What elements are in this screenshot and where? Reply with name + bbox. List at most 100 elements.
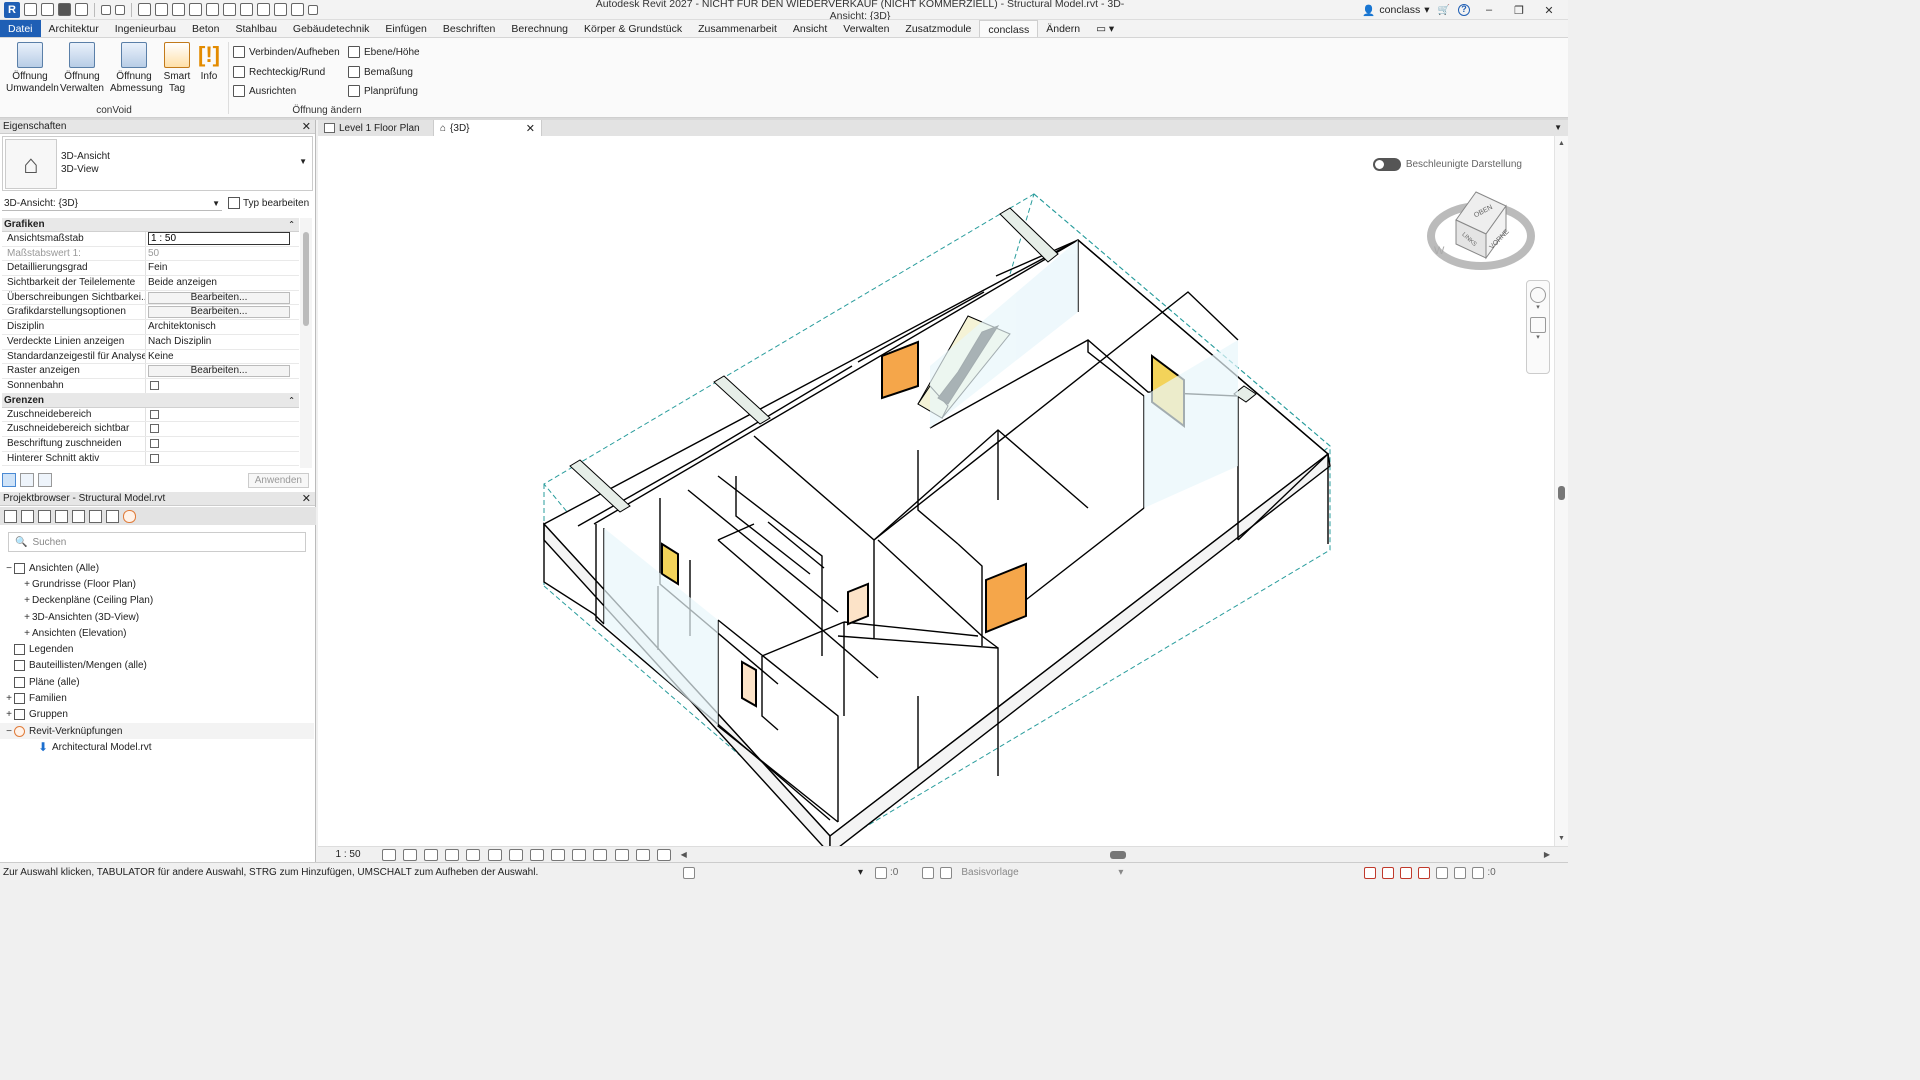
- tab-architektur[interactable]: Architektur: [41, 20, 107, 37]
- property-checkbox[interactable]: [150, 438, 159, 448]
- cloud-icon[interactable]: [683, 866, 695, 879]
- user-account[interactable]: 👤 conclass ▾: [1362, 4, 1429, 17]
- tab-ansicht[interactable]: Ansicht: [785, 20, 835, 37]
- browser-search[interactable]: 🔍 Suchen: [8, 532, 306, 552]
- property-group-header[interactable]: Grenzen ⌃: [2, 393, 299, 408]
- tree-item[interactable]: Pläne (alle): [0, 674, 314, 690]
- temp-hide-icon[interactable]: [551, 848, 566, 861]
- ausrichten-button[interactable]: Ausrichten: [233, 83, 296, 99]
- open-icon[interactable]: [24, 3, 37, 16]
- tree-item[interactable]: +3D-Ansichten (3D-View): [0, 609, 314, 625]
- family-icon[interactable]: [89, 509, 102, 523]
- save-icon[interactable]: [58, 3, 71, 16]
- tree-item[interactable]: Bauteillisten/Mengen (alle): [0, 658, 314, 674]
- property-value-text[interactable]: Nach Disziplin: [148, 336, 211, 347]
- edit-property-button[interactable]: Bearbeiten...: [148, 291, 290, 304]
- tab-zusammenarbeit[interactable]: Zusammenarbeit: [690, 20, 785, 37]
- section-icon[interactable]: [240, 3, 253, 16]
- customize-qat-icon[interactable]: [308, 4, 318, 15]
- chevron-down-icon[interactable]: ▾: [1527, 303, 1549, 311]
- tag-icon[interactable]: [189, 3, 202, 16]
- tree-item[interactable]: ⬇ Architectural Model.rvt: [0, 739, 314, 755]
- filter-icon[interactable]: [1472, 866, 1485, 879]
- tree-item[interactable]: + Ansichten (Elevation): [0, 625, 314, 641]
- tab-conclass[interactable]: conclass: [979, 20, 1039, 37]
- tab-datei[interactable]: Datei: [0, 20, 41, 37]
- maximize-button[interactable]: ❐: [1508, 4, 1530, 17]
- expand-icon[interactable]: +: [22, 595, 32, 606]
- select-links-icon[interactable]: [1364, 866, 1377, 879]
- planpruefung-button[interactable]: Planprüfung: [348, 83, 418, 99]
- properties-scrollbar[interactable]: [300, 218, 312, 468]
- steering-wheel-icon[interactable]: [1530, 287, 1546, 303]
- sort-ascending-icon[interactable]: [20, 473, 34, 487]
- collapse-icon[interactable]: ⌃: [288, 394, 295, 408]
- text-icon[interactable]: [206, 3, 219, 16]
- cart-icon[interactable]: 🛒: [1438, 5, 1450, 16]
- property-checkbox[interactable]: [150, 409, 159, 419]
- scroll-thumb[interactable]: [1558, 486, 1565, 500]
- instance-filter-dropdown[interactable]: 3D-Ansicht: {3D} ▼: [2, 196, 222, 211]
- oeffnung-abmessung-button[interactable]: Öffnung Abmessung: [110, 42, 163, 95]
- close-hidden-icon[interactable]: [274, 3, 287, 16]
- tree-item[interactable]: + Grundrisse (Floor Plan): [0, 576, 314, 592]
- view-scale[interactable]: 1 : 50: [318, 849, 378, 860]
- highlight-displacement-icon[interactable]: [657, 848, 672, 861]
- type-selector[interactable]: ⌂ 3D-Ansicht 3D-View ▼: [2, 136, 313, 191]
- select-underlay-icon[interactable]: [1382, 866, 1395, 879]
- property-group-header[interactable]: Grafiken ⌃: [2, 218, 299, 232]
- tree-item[interactable]: − Ansichten (Alle): [0, 560, 314, 576]
- scroll-thumb[interactable]: [303, 232, 309, 326]
- schedule-icon[interactable]: [55, 509, 68, 523]
- detail-level-icon[interactable]: [381, 848, 396, 861]
- collapse-icon[interactable]: −: [4, 563, 14, 574]
- tab-beschriften[interactable]: Beschriften: [435, 20, 504, 37]
- property-checkbox[interactable]: [150, 424, 159, 434]
- sort-descending-icon[interactable]: [38, 473, 52, 487]
- property-value-text[interactable]: Architektonisch: [148, 321, 216, 332]
- edit-property-button[interactable]: Bearbeiten...: [148, 365, 290, 378]
- expand-icon[interactable]: +: [22, 579, 32, 590]
- tab-ingenieurbau[interactable]: Ingenieurbau: [107, 20, 184, 37]
- link-icon[interactable]: [123, 509, 136, 523]
- tab-aendern[interactable]: Ändern: [1038, 20, 1088, 37]
- bemassung-button[interactable]: Bemaßung: [348, 64, 413, 80]
- minimize-button[interactable]: –: [1478, 4, 1500, 16]
- scroll-left-icon[interactable]: ◀: [681, 850, 687, 859]
- 3d-view-canvas[interactable]: Beschleunigte Darstellung OBEN LINKS VOR…: [318, 136, 1554, 846]
- tab-3d[interactable]: ⌂ {3D} ✕: [434, 120, 542, 136]
- sun-path-icon[interactable]: [423, 848, 438, 861]
- apply-button[interactable]: Anwenden: [247, 472, 309, 488]
- visual-style-icon[interactable]: [402, 848, 417, 861]
- tab-verwalten[interactable]: Verwalten: [835, 20, 897, 37]
- crop-view-icon[interactable]: [487, 848, 502, 861]
- view-icon[interactable]: [21, 509, 34, 523]
- undo-icon[interactable]: [101, 4, 111, 15]
- ebene-hoehe-button[interactable]: Ebene/Höhe: [348, 44, 420, 60]
- tab-stahlbau[interactable]: Stahlbau: [227, 20, 284, 37]
- property-value-text[interactable]: Fein: [148, 262, 167, 273]
- dimension-icon[interactable]: [172, 3, 185, 16]
- horizontal-scroll-thumb[interactable]: [1110, 851, 1126, 859]
- chevron-down-icon[interactable]: ▼: [1554, 120, 1562, 136]
- default-3d-icon[interactable]: [223, 3, 236, 16]
- open-folder-icon[interactable]: [41, 3, 54, 16]
- main-model-icon[interactable]: [940, 866, 953, 879]
- sheet-icon[interactable]: [72, 509, 85, 523]
- toggle-switch[interactable]: [1372, 158, 1401, 171]
- close-button[interactable]: ✕: [1538, 4, 1560, 17]
- scroll-down-icon[interactable]: ▼: [1558, 835, 1565, 842]
- background-process-icon[interactable]: [1454, 866, 1467, 879]
- verbinden-aufheben-button[interactable]: Verbinden/Aufheben: [233, 44, 340, 60]
- ribbon-display-toggle[interactable]: ▭ ▾: [1088, 20, 1122, 37]
- tree-item[interactable]: − Revit-Verknüpfungen: [0, 722, 314, 740]
- print-icon[interactable]: [138, 3, 151, 16]
- expand-icon[interactable]: +: [4, 693, 14, 704]
- expand-icon[interactable]: +: [4, 709, 14, 720]
- smart-tag-button[interactable]: Smart Tag: [156, 42, 198, 95]
- drag-elements-icon[interactable]: [1436, 866, 1449, 879]
- redo-icon[interactable]: [115, 4, 125, 15]
- oeffnung-umwandeln-button[interactable]: Öffnung Umwandeln: [6, 42, 59, 95]
- viewcube[interactable]: OBEN LINKS VORNE W: [1426, 184, 1536, 274]
- property-value-text[interactable]: Keine: [148, 351, 174, 362]
